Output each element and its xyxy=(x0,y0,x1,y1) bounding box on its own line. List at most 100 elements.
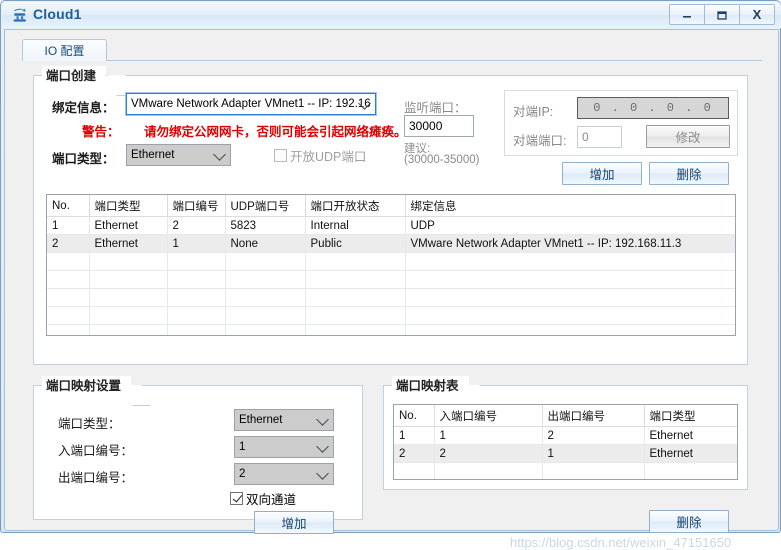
mapping-in-port-value: 1 xyxy=(239,441,246,453)
table-cell-empty xyxy=(225,252,306,271)
port-table-grid: No. 端口类型 端口编号 UDP端口号 端口开放状态 绑定信息 1 Ethernet 2 58… xyxy=(47,195,735,335)
listen-port-input[interactable]: 30000 xyxy=(404,115,474,137)
table-cell-empty xyxy=(394,462,435,479)
port-type-label: 端口类型： xyxy=(52,152,115,166)
table-row-empty[interactable] xyxy=(47,306,735,325)
mapping-in-port-label: 入端口编号： xyxy=(58,444,134,458)
table-cell-empty xyxy=(305,288,406,307)
table-cell-empty xyxy=(167,270,226,289)
column-header[interactable]: 端口类型 xyxy=(89,195,168,217)
delete-port-button-label: 删除 xyxy=(676,168,702,182)
close-button[interactable]: X xyxy=(739,4,775,25)
table-cell-empty xyxy=(225,288,306,307)
table-row[interactable]: 1 Ethernet 2 5823 Internal UDP xyxy=(47,216,735,235)
table-cell-empty xyxy=(89,270,168,289)
tab-io-config[interactable]: IO 配置 xyxy=(22,39,107,61)
table-row-empty[interactable] xyxy=(47,288,735,307)
column-header[interactable]: UDP端口号 xyxy=(225,195,306,217)
table-cell: 2 xyxy=(394,444,435,463)
mapping-delete-button-label: 删除 xyxy=(676,516,702,530)
table-cell-empty xyxy=(305,324,406,335)
table-row[interactable]: 1 1 2 Ethernet xyxy=(394,426,737,445)
mapping-add-button[interactable]: 增加 xyxy=(254,511,334,534)
warning-text: 请勿绑定公网网卡，否则可能会引起网络瘫痪。 xyxy=(144,125,407,139)
column-header[interactable]: 端口类型 xyxy=(644,405,737,427)
table-row-empty[interactable] xyxy=(47,252,735,271)
group-mapping-table: 端口映射表 No. 入端口编号 出端口编号 端口类型 1 1 2 Ethernet 2 2 1 Et… xyxy=(383,376,748,533)
table-cell-empty xyxy=(89,288,168,307)
mapping-port-type-combo[interactable]: Ethernet xyxy=(234,409,334,431)
table-cell: 2 xyxy=(434,444,543,463)
table-cell: 5823 xyxy=(225,216,306,235)
add-port-button-label: 增加 xyxy=(589,168,615,182)
table-row[interactable]: 2 Ethernet 1 None Public VMware Network Adapt… xyxy=(47,234,735,253)
peer-ip-input[interactable]: 0 . 0 . 0 . 0 xyxy=(577,97,729,119)
mapping-table-header-row: No. 入端口编号 出端口编号 端口类型 xyxy=(394,405,737,427)
table-cell: 1 xyxy=(47,216,90,235)
delete-port-button[interactable]: 删除 xyxy=(649,162,729,185)
table-cell-empty xyxy=(405,288,735,307)
column-header[interactable]: 端口编号 xyxy=(167,195,226,217)
group-mapping-table-caption: 端口映射表 xyxy=(392,376,469,396)
maximize-icon xyxy=(717,10,727,20)
mapping-in-port-combo[interactable]: 1 xyxy=(234,436,334,458)
table-cell-empty xyxy=(644,462,737,479)
table-cell-empty xyxy=(47,252,90,271)
port-type-combo[interactable]: Ethernet xyxy=(126,144,231,166)
peer-port-input[interactable]: 0 xyxy=(577,126,622,148)
checkbox-box xyxy=(274,149,287,162)
column-header[interactable]: No. xyxy=(394,405,435,427)
chevron-down-icon xyxy=(316,413,329,426)
column-header[interactable]: 入端口编号 xyxy=(434,405,543,427)
table-cell-empty xyxy=(47,306,90,325)
modify-button[interactable]: 修改 xyxy=(646,125,730,148)
column-header[interactable]: No. xyxy=(47,195,90,217)
table-cell-empty xyxy=(405,306,735,325)
mapping-table-grid: No. 入端口编号 出端口编号 端口类型 1 1 2 Ethernet 2 2 1 Ethernet xyxy=(394,405,737,479)
maximize-button[interactable] xyxy=(704,4,740,25)
table-cell-empty xyxy=(89,324,168,335)
group-mapping-settings: 端口映射设置 端口类型： Ethernet 入端口编号： 1 出端口编号： 2 … xyxy=(33,376,363,534)
udp-open-checkbox[interactable]: 开放UDP端口 xyxy=(274,146,366,165)
tab-underline xyxy=(107,60,762,61)
table-row-empty[interactable] xyxy=(47,324,735,335)
peer-ip-value: 0 . 0 . 0 . 0 xyxy=(593,101,713,115)
table-row[interactable]: 2 2 1 Ethernet xyxy=(394,444,737,463)
port-table[interactable]: No. 端口类型 端口编号 UDP端口号 端口开放状态 绑定信息 1 Ethernet 2 58… xyxy=(46,194,736,336)
table-cell-empty xyxy=(405,324,735,335)
column-header[interactable]: 出端口编号 xyxy=(542,405,645,427)
column-header[interactable]: 端口开放状态 xyxy=(305,195,406,217)
group-port-create: 端口创建 绑定信息： VMware Network Adapter VMnet1… xyxy=(33,66,748,365)
mapping-out-port-combo[interactable]: 2 xyxy=(234,463,334,485)
mapping-table[interactable]: No. 入端口编号 出端口编号 端口类型 1 1 2 Ethernet 2 2 1 Ethernet xyxy=(393,404,738,480)
table-cell-empty xyxy=(167,252,226,271)
mapping-out-port-value: 2 xyxy=(239,468,246,480)
mapping-port-type-label: 端口类型： xyxy=(58,417,121,431)
table-row-empty[interactable] xyxy=(394,462,737,479)
column-header[interactable]: 绑定信息 xyxy=(405,195,735,217)
minimize-button[interactable] xyxy=(669,4,705,25)
table-cell-empty xyxy=(225,270,306,289)
watermark-text: https://blog.csdn.net/weixin_47151650 xyxy=(510,535,732,550)
table-cell-empty xyxy=(405,252,735,271)
minimize-icon xyxy=(683,15,691,18)
udp-open-label: 开放UDP端口 xyxy=(290,150,367,164)
mapping-table-body: 1 1 2 Ethernet 2 2 1 Ethernet xyxy=(394,426,737,479)
table-cell: Ethernet xyxy=(644,426,737,445)
table-cell: 1 xyxy=(542,444,645,463)
peer-panel: 对端IP: 0 . 0 . 0 . 0 对端端口: 0 修改 xyxy=(504,90,738,156)
window-title: Cloud1 xyxy=(33,6,82,22)
table-row-empty[interactable] xyxy=(47,270,735,289)
bidirectional-checkbox[interactable]: 双向通道 xyxy=(230,489,296,508)
binding-info-combo[interactable]: VMware Network Adapter VMnet1 -- IP: 192… xyxy=(125,92,377,116)
mapping-delete-button[interactable]: 删除 xyxy=(649,510,729,533)
port-table-body: 1 Ethernet 2 5823 Internal UDP 2 Ethernet 1 None P… xyxy=(47,216,735,335)
table-cell: Ethernet xyxy=(89,234,168,253)
table-cell: 1 xyxy=(434,426,543,445)
add-port-button[interactable]: 增加 xyxy=(562,162,642,185)
table-cell-empty xyxy=(305,306,406,325)
table-cell: None xyxy=(225,234,306,253)
table-cell-empty xyxy=(167,324,226,335)
group-port-create-caption: 端口创建 xyxy=(42,66,107,86)
table-cell-empty xyxy=(47,324,90,335)
